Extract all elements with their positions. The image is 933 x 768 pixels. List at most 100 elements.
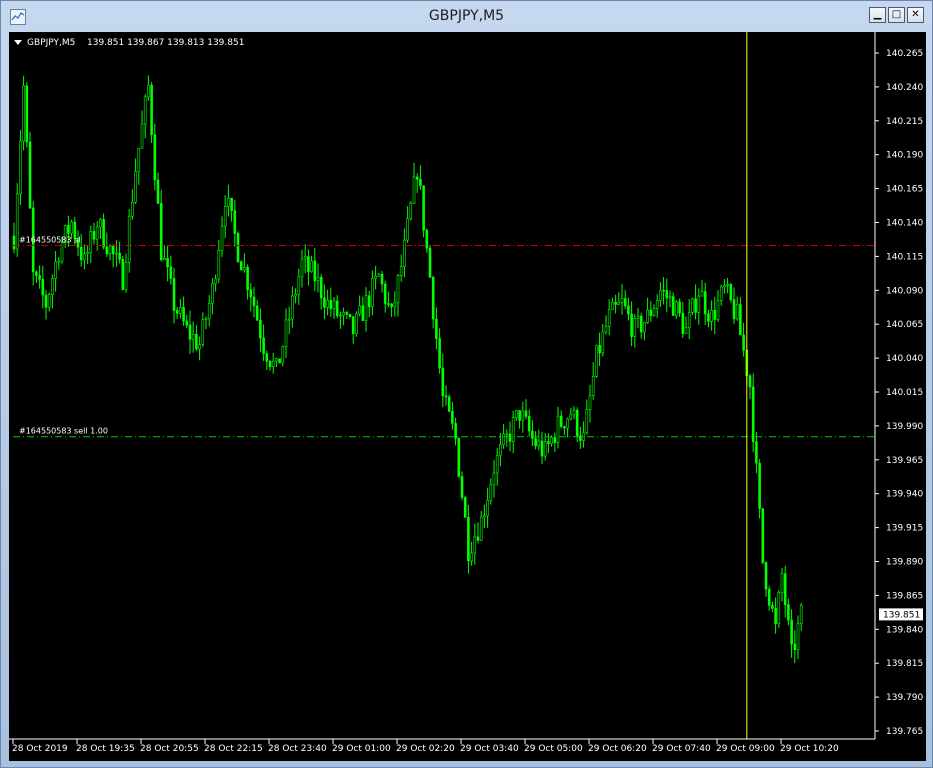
candle <box>108 244 112 261</box>
candle <box>217 239 221 284</box>
candle <box>675 300 678 320</box>
price-tick-label: 139.915 <box>886 524 923 534</box>
candle <box>297 268 301 305</box>
candle <box>457 437 461 478</box>
candle <box>799 602 803 631</box>
candle <box>719 284 723 306</box>
minimize-button[interactable]: ▁ <box>869 7 886 23</box>
candle <box>511 410 515 454</box>
candle <box>236 231 240 263</box>
candle <box>742 322 745 357</box>
candle <box>124 253 128 293</box>
candle <box>147 75 150 101</box>
time-tick-label: 29 Oct 09:00 <box>716 744 775 754</box>
candle <box>300 249 304 288</box>
candle <box>665 278 669 313</box>
candle <box>287 306 291 335</box>
candle <box>211 278 214 315</box>
candle <box>316 263 320 293</box>
candle <box>371 270 374 316</box>
candle <box>739 297 742 336</box>
price-tick-label: 140.140 <box>886 219 923 229</box>
candle <box>127 209 131 273</box>
candle <box>447 394 451 413</box>
candle <box>764 561 768 597</box>
current-price-label: 139.851 <box>883 610 920 620</box>
candle <box>172 267 176 324</box>
candle <box>166 245 169 282</box>
candle <box>649 301 653 322</box>
candle <box>700 280 704 297</box>
chart-menu-icon[interactable] <box>14 40 22 45</box>
time-tick-label: 28 Oct 23:40 <box>268 744 327 754</box>
price-tick-label: 139.790 <box>886 693 923 703</box>
time-tick-label: 29 Oct 02:20 <box>396 744 455 754</box>
price-tick-label: 140.265 <box>886 49 923 59</box>
candle <box>476 522 480 544</box>
candle <box>684 316 688 334</box>
close-button[interactable]: ✕ <box>907 7 924 23</box>
candle <box>51 274 54 309</box>
candle <box>310 255 313 273</box>
maximize-icon: □ <box>891 9 902 20</box>
maximize-button[interactable]: □ <box>888 7 905 23</box>
candle <box>105 232 109 258</box>
candle <box>198 336 201 361</box>
candle <box>204 316 208 330</box>
candle <box>329 287 333 317</box>
candle <box>646 297 649 324</box>
candle <box>419 165 422 190</box>
title-bar[interactable]: GBPJPY,M5 ▁ □ ✕ <box>1 1 932 33</box>
time-tick-label: 28 Oct 20:55 <box>140 744 199 754</box>
candle <box>620 284 624 315</box>
order-lines-layer: #164550583 sell 1.00 #164550583 sl <box>13 236 875 438</box>
candle <box>710 300 713 331</box>
candle <box>188 310 192 354</box>
candle <box>326 289 329 316</box>
candle <box>185 314 189 329</box>
candle <box>521 401 525 433</box>
candle <box>585 399 589 435</box>
candle <box>623 290 627 310</box>
candle <box>342 307 345 326</box>
candle <box>12 222 16 254</box>
current-price-tag: 139.851 <box>879 608 923 621</box>
candle <box>556 406 560 449</box>
candle <box>47 292 51 312</box>
candle <box>723 279 726 294</box>
candle <box>531 420 534 447</box>
candle <box>143 94 147 139</box>
candle <box>255 299 259 322</box>
candle <box>393 291 397 317</box>
candle <box>748 373 752 400</box>
candle <box>636 307 640 328</box>
candle <box>499 432 502 467</box>
candlestick-chart[interactable]: #164550583 sell 1.00 #164550583 sl 140.26… <box>9 32 926 761</box>
candle <box>518 410 521 429</box>
candle <box>678 298 681 318</box>
candle <box>380 270 384 293</box>
candle <box>140 110 144 149</box>
candle <box>735 296 739 321</box>
candle <box>95 221 99 251</box>
time-tick-label: 29 Oct 03:40 <box>460 744 519 754</box>
candle <box>691 297 694 316</box>
candle <box>406 206 409 243</box>
candle <box>79 233 83 267</box>
candle <box>428 244 432 279</box>
candle <box>732 287 736 324</box>
price-tick-label: 140.015 <box>886 388 923 398</box>
chart-area[interactable]: #164550583 sell 1.00 #164550583 sl 140.26… <box>9 32 926 761</box>
symbol-label: GBPJPY,M5 <box>27 38 75 48</box>
minimize-icon: ▁ <box>873 9 882 20</box>
candle <box>755 431 758 474</box>
candle <box>19 130 22 205</box>
candle <box>156 172 160 204</box>
candle <box>435 307 438 350</box>
candle <box>486 487 489 528</box>
candle <box>252 287 256 318</box>
candle <box>355 311 358 337</box>
candle <box>38 265 41 289</box>
candle <box>479 510 483 541</box>
candle <box>758 459 761 519</box>
